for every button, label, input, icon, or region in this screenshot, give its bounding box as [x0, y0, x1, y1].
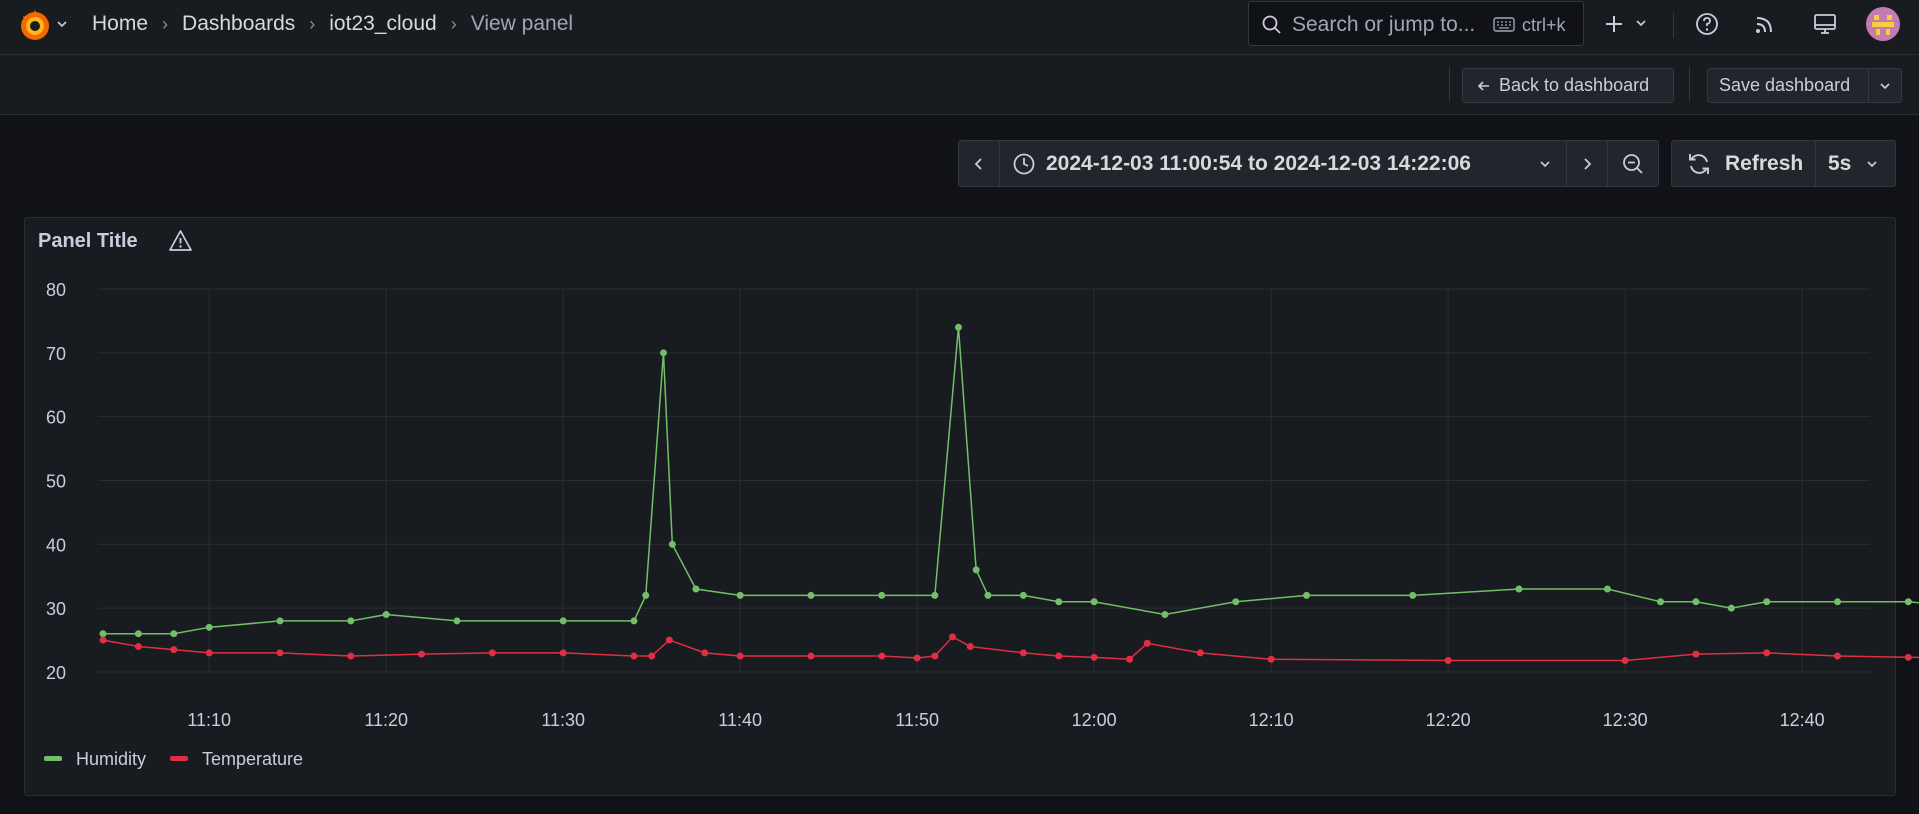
data-point-humidity	[453, 617, 461, 625]
data-point-temperature	[276, 649, 284, 657]
y-tick-label: 60	[46, 408, 66, 428]
data-point-humidity	[668, 540, 676, 548]
data-point-temperature	[1055, 652, 1063, 660]
data-point-humidity	[1904, 598, 1912, 606]
x-tick-label: 11:20	[364, 710, 408, 730]
data-point-humidity	[1019, 591, 1027, 599]
data-point-temperature	[1904, 653, 1912, 661]
data-point-temperature	[1834, 652, 1842, 660]
data-point-temperature	[913, 654, 921, 662]
data-point-humidity	[1409, 591, 1417, 599]
data-point-temperature	[170, 646, 178, 654]
data-point-temperature	[1126, 655, 1134, 663]
legend-label-temperature: Temperature	[202, 749, 303, 769]
data-point-temperature	[488, 649, 496, 657]
data-point-temperature	[648, 652, 656, 660]
data-point-humidity	[878, 591, 886, 599]
data-point-temperature	[99, 636, 107, 644]
data-point-temperature	[1621, 657, 1629, 665]
x-tick-label: 11:40	[718, 710, 762, 730]
data-point-temperature	[205, 649, 213, 657]
series-line-temperature	[102, 635, 1919, 662]
data-point-temperature	[418, 650, 426, 658]
data-point-temperature	[701, 649, 709, 657]
x-tick-label: 11:50	[895, 710, 939, 730]
data-point-humidity	[1763, 598, 1771, 606]
data-point-humidity	[692, 585, 700, 593]
x-tick-label: 11:30	[541, 710, 585, 730]
y-tick-label: 50	[46, 472, 66, 492]
data-point-temperature	[665, 636, 673, 644]
data-point-humidity	[1303, 591, 1311, 599]
data-point-humidity	[276, 617, 284, 625]
y-tick-label: 30	[46, 599, 66, 619]
data-point-humidity	[954, 323, 962, 331]
data-point-humidity	[972, 566, 980, 574]
data-point-temperature	[1267, 655, 1275, 663]
data-point-humidity	[931, 591, 939, 599]
data-point-humidity	[1232, 598, 1240, 606]
data-point-temperature	[559, 649, 567, 657]
x-tick-label: 12:00	[1072, 710, 1117, 730]
data-point-temperature	[807, 652, 815, 660]
legend-swatch-humidity	[44, 756, 62, 761]
data-point-humidity	[1515, 585, 1523, 593]
data-point-humidity	[736, 591, 744, 599]
data-point-humidity	[170, 630, 178, 638]
data-point-humidity	[1161, 611, 1169, 619]
data-point-humidity	[1657, 598, 1665, 606]
y-tick-label: 70	[46, 344, 66, 364]
data-point-humidity	[559, 617, 567, 625]
data-point-temperature	[931, 652, 939, 660]
data-point-temperature	[1763, 649, 1771, 657]
data-point-humidity	[99, 630, 107, 638]
x-tick-label: 12:10	[1249, 710, 1294, 730]
x-tick-label: 11:10	[187, 710, 231, 730]
data-point-humidity	[347, 617, 355, 625]
data-point-temperature	[1196, 649, 1204, 657]
data-point-humidity	[807, 591, 815, 599]
data-point-humidity	[382, 611, 390, 619]
x-tick-label: 12:20	[1426, 710, 1471, 730]
data-point-temperature	[1692, 650, 1700, 658]
data-point-temperature	[966, 642, 974, 650]
data-point-temperature	[1090, 653, 1098, 661]
y-tick-label: 80	[46, 280, 66, 300]
data-point-humidity	[1603, 585, 1611, 593]
y-tick-label: 40	[46, 535, 66, 555]
data-point-temperature	[1019, 649, 1027, 657]
data-point-humidity	[642, 591, 650, 599]
data-point-temperature	[1143, 639, 1151, 647]
data-point-humidity	[1090, 598, 1098, 606]
data-point-humidity	[134, 630, 142, 638]
x-tick-label: 12:30	[1603, 710, 1648, 730]
data-point-temperature	[1444, 657, 1452, 665]
data-point-humidity	[1055, 598, 1063, 606]
x-tick-label: 12:40	[1780, 710, 1825, 730]
data-point-temperature	[347, 652, 355, 660]
data-point-humidity	[1692, 598, 1700, 606]
data-point-temperature	[949, 633, 957, 641]
data-point-temperature	[134, 642, 142, 650]
legend-label-humidity: Humidity	[76, 749, 146, 769]
data-point-humidity	[984, 591, 992, 599]
data-point-humidity	[1727, 604, 1735, 612]
data-point-temperature	[878, 652, 886, 660]
data-point-temperature	[736, 652, 744, 660]
data-point-humidity	[205, 623, 213, 631]
y-tick-label: 20	[46, 663, 66, 683]
data-point-temperature	[630, 652, 638, 660]
data-point-humidity	[630, 617, 638, 625]
time-series-chart: 20 30 40 50 60 70 80 11:10 11:20 11:30 11:40 11:50 1…	[44, 280, 1919, 769]
legend-swatch-temperature	[170, 756, 188, 761]
data-point-humidity	[659, 349, 667, 357]
data-point-humidity	[1834, 598, 1842, 606]
